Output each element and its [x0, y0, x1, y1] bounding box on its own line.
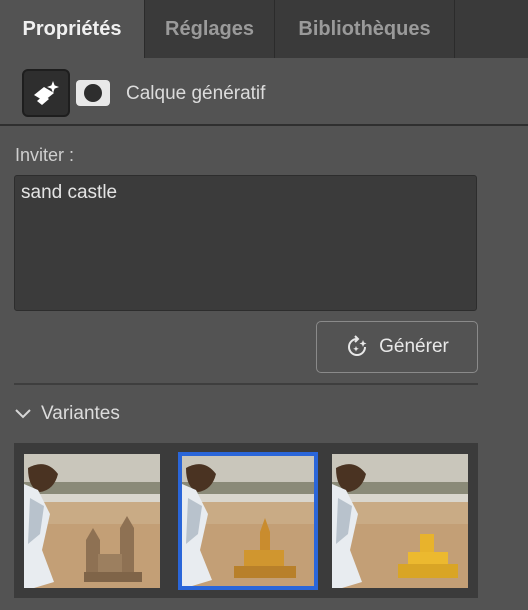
variants-label: Variantes: [41, 403, 120, 424]
layer-info-row: Calque génératif: [0, 58, 528, 124]
panel-tab-bar: Propriétés Réglages Bibliothèques: [0, 0, 528, 58]
regenerate-sparkle-icon: [348, 335, 367, 356]
variant-thumbnail-2[interactable]: [178, 452, 318, 590]
chevron-down-icon: [15, 409, 31, 419]
section-divider: [14, 383, 478, 385]
layer-mask-icon[interactable]: [76, 80, 110, 106]
variants-gallery: [14, 443, 478, 598]
tab-adjustments[interactable]: Réglages: [145, 0, 275, 58]
generative-layer-icon[interactable]: [22, 69, 70, 117]
generate-button[interactable]: Générer: [316, 321, 478, 373]
prompt-input[interactable]: sand castle: [14, 175, 477, 311]
layer-name: Calque génératif: [126, 83, 266, 104]
prompt-label: Inviter :: [15, 145, 75, 165]
properties-panel: Propriétés Réglages Bibliothèques Calque…: [0, 0, 528, 610]
variants-toggle[interactable]: Variantes: [14, 402, 120, 426]
tab-libraries[interactable]: Bibliothèques: [275, 0, 455, 58]
variant-thumbnail-3[interactable]: [332, 454, 468, 588]
section-divider: [0, 124, 528, 126]
generate-button-label: Générer: [379, 336, 449, 357]
variant-thumbnail-1[interactable]: [24, 454, 160, 588]
tab-properties[interactable]: Propriétés: [0, 0, 145, 58]
